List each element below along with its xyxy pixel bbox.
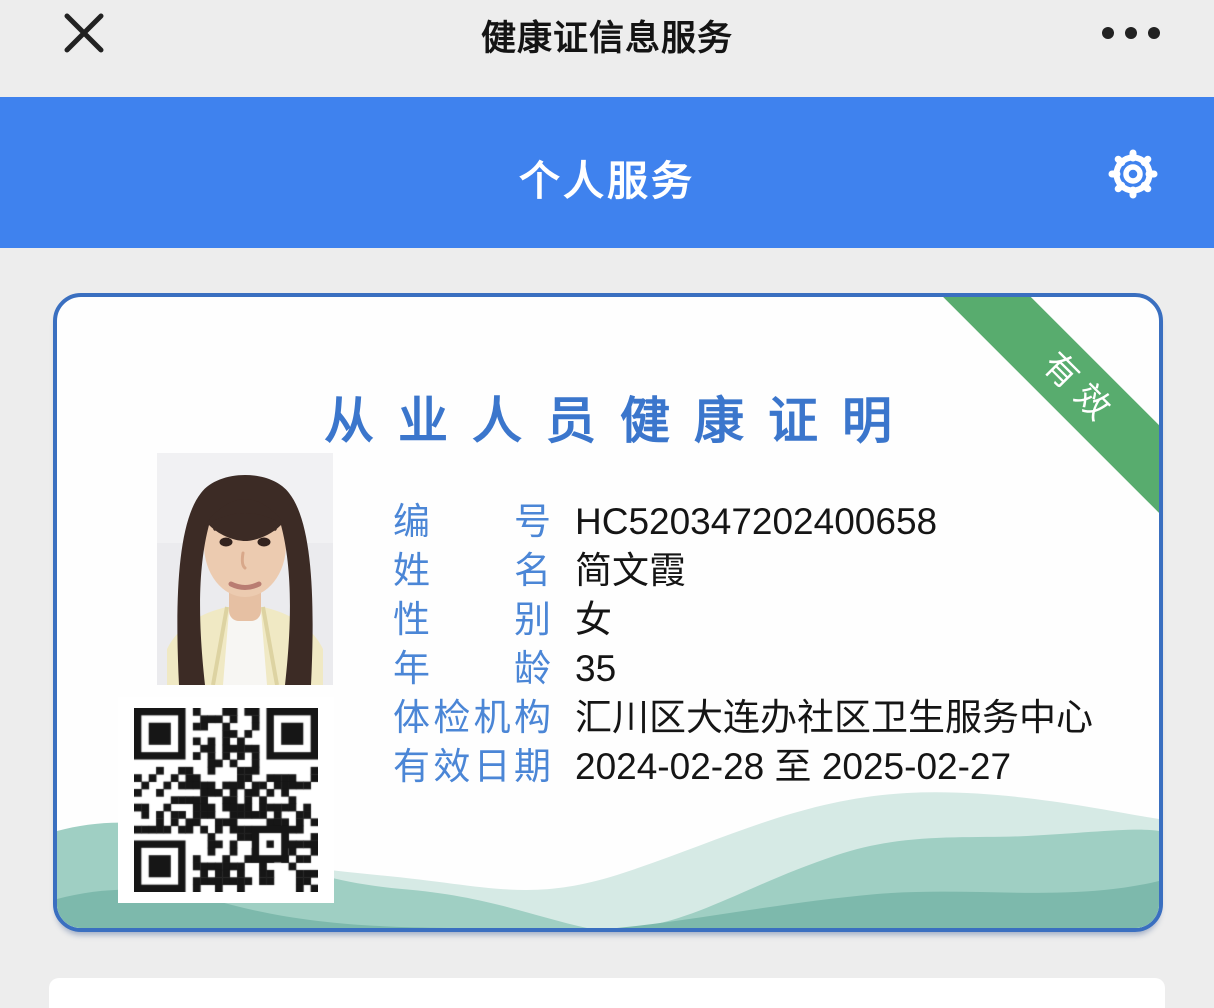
field-label: 年龄	[393, 644, 551, 693]
field-label: 编号	[393, 497, 551, 546]
field-gender: 性别 女	[393, 595, 1099, 644]
field-number: 编号 HC520347202400658	[393, 497, 1099, 546]
more-dots-icon[interactable]	[1098, 18, 1164, 48]
field-value: HC520347202400658	[575, 497, 1099, 546]
field-label: 性别	[393, 595, 551, 644]
certificate-title: 从业人员健康证明	[57, 381, 1159, 453]
qr-code[interactable]	[118, 697, 334, 903]
certificate-fields: 编号 HC520347202400658 姓名 简文霞 性别 女 年龄 35 体…	[393, 497, 1099, 791]
section-title: 个人服务	[0, 147, 1214, 207]
next-section-card	[49, 978, 1165, 1008]
portrait-photo	[157, 453, 333, 685]
field-value: 2024-02-28 至 2025-02-27	[575, 742, 1099, 791]
gear-icon[interactable]	[1104, 145, 1162, 203]
page-title: 健康证信息服务	[0, 10, 1214, 61]
field-value: 女	[575, 595, 1099, 644]
titlebar: 健康证信息服务	[0, 0, 1214, 97]
field-value: 汇川区大连办社区卫生服务中心	[575, 693, 1099, 742]
field-label: 姓名	[393, 546, 551, 595]
field-label: 体检机构	[393, 693, 551, 742]
field-exam-institution: 体检机构 汇川区大连办社区卫生服务中心	[393, 693, 1099, 742]
field-age: 年龄 35	[393, 644, 1099, 693]
health-certificate-card: 有效 从业人员健康证明	[53, 293, 1163, 932]
section-header: 个人服务	[0, 97, 1214, 248]
field-valid-dates: 有效日期 2024-02-28 至 2025-02-27	[393, 742, 1099, 791]
field-label: 有效日期	[393, 742, 551, 791]
field-value: 35	[575, 644, 1099, 693]
field-value: 简文霞	[575, 546, 1099, 595]
field-name: 姓名 简文霞	[393, 546, 1099, 595]
